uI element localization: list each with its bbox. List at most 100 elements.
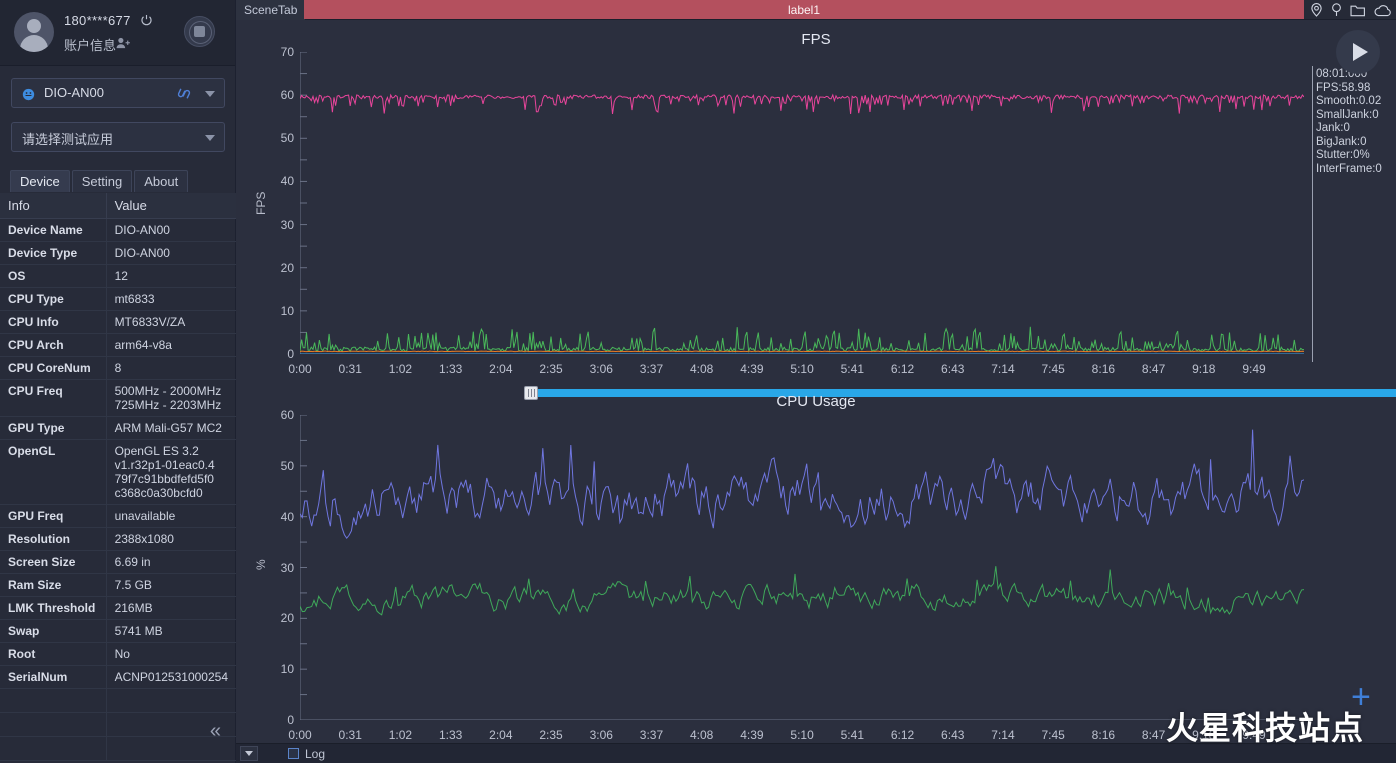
y-tick-label: 60	[280, 408, 294, 422]
x-tick-label: 1:33	[438, 362, 463, 376]
table-row[interactable]: CPU CoreNum 8	[0, 356, 236, 380]
charts-area: FPS 0 10 20 30 40 50 60 70 0:00 0:31 1:02 1:33 2:04…	[236, 20, 1396, 743]
series-stutter	[300, 351, 1304, 352]
info-key: Ram Size	[0, 573, 107, 597]
y-tick-label: 0	[287, 713, 294, 727]
table-row[interactable]: OpenGL OpenGL ES 3.2 v1.r32p1-01eac0.4 79f7…	[0, 439, 236, 505]
y-tick-label: 50	[280, 458, 294, 473]
info-key: SerialNum	[0, 665, 107, 689]
x-tick-label: 3:37	[639, 362, 664, 376]
table-row[interactable]: Screen Size 6.69 in	[0, 550, 236, 574]
info-value: ACNP012531000254	[106, 665, 236, 689]
table-row[interactable]: CPU Freq 500MHz - 2000MHz 725MHz - 2203MHz	[0, 379, 236, 417]
table-row[interactable]: GPU Freq unavailable	[0, 504, 236, 528]
x-tick-label: 8:16	[1091, 728, 1116, 742]
play-button[interactable]	[1336, 30, 1380, 74]
account-info-label[interactable]: 账户信息	[64, 35, 116, 54]
info-value: mt6833	[106, 287, 236, 311]
y-tick-label: 60	[280, 88, 294, 103]
cloud-icon[interactable]	[1374, 4, 1392, 17]
table-row[interactable]: CPU Info MT6833V/ZA	[0, 310, 236, 334]
series-appcpu	[300, 566, 1304, 615]
fps-y-axis-label: FPS	[254, 191, 268, 215]
x-tick-label: 0:00	[288, 728, 312, 742]
sidebar: 180****677 账户信息 DIO-AN00 请选择测试应用 Device …	[0, 0, 236, 763]
scene-label-text: label1	[787, 2, 821, 17]
chevron-down-icon[interactable]	[205, 91, 215, 97]
fps-tooltip: 08:01:000 FPS:58.98 Smooth:0.02 SmallJan…	[1316, 68, 1382, 175]
info-value: MT6833V/ZA	[106, 310, 236, 334]
app-select[interactable]: 请选择测试应用	[11, 122, 225, 152]
device-select[interactable]: DIO-AN00	[11, 78, 225, 108]
tab-setting[interactable]: Setting	[71, 170, 133, 192]
collapse-sidebar-button[interactable]: «	[210, 721, 221, 741]
x-tick-label: 2:35	[539, 362, 563, 376]
usb-link-icon[interactable]	[174, 84, 194, 106]
info-key: LMK Threshold	[0, 596, 107, 620]
info-value: 12	[106, 264, 236, 288]
column-header-info: Info	[0, 193, 107, 219]
info-key: CPU Type	[0, 287, 107, 311]
table-row[interactable]: Device Name DIO-AN00	[0, 218, 236, 242]
fps-plot-canvas[interactable]	[300, 52, 1304, 354]
table-row[interactable]: Device Type DIO-AN00	[0, 241, 236, 265]
x-tick-label: 9:18	[1192, 362, 1216, 376]
table-row[interactable]: GPU Type ARM Mali-G57 MC2	[0, 416, 236, 440]
table-row[interactable]: SerialNum ACNP012531000254	[0, 665, 236, 689]
info-key: Swap	[0, 619, 107, 643]
x-tick-label: 7:45	[1041, 728, 1065, 742]
account-panel: 180****677 账户信息	[0, 0, 235, 66]
info-value: OpenGL ES 3.2 v1.r32p1-01eac0.4 79f7c91bbd…	[106, 439, 236, 505]
location-pin-icon[interactable]	[1310, 3, 1323, 17]
x-tick-label: 6:43	[941, 728, 965, 742]
info-key: Resolution	[0, 527, 107, 551]
info-value: 7.5 GB	[106, 573, 236, 597]
info-value: 6.69 in	[106, 550, 236, 574]
log-panel-toggle-button[interactable]	[240, 746, 258, 761]
x-tick-label: 5:41	[840, 728, 864, 742]
stop-recording-button[interactable]	[184, 16, 215, 47]
tab-about[interactable]: About	[134, 170, 189, 192]
scene-tab[interactable]: SceneTab	[236, 0, 307, 20]
y-tick-label: 20	[280, 611, 294, 626]
x-tick-label: 9:49	[1242, 728, 1266, 742]
table-row[interactable]: Ram Size 7.5 GB	[0, 573, 236, 597]
table-row[interactable]: OS 12	[0, 264, 236, 288]
table-row[interactable]: LMK Threshold 216MB	[0, 596, 236, 620]
x-tick-label: 3:06	[589, 362, 613, 376]
x-tick-label: 9:18	[1192, 728, 1216, 742]
cpu-plot-canvas[interactable]	[300, 415, 1304, 720]
info-key: GPU Type	[0, 416, 107, 440]
table-row-empty	[0, 688, 236, 713]
cpu-chart-title: CPU Usage	[776, 393, 856, 410]
chevron-down-icon[interactable]	[205, 135, 215, 141]
user-add-icon[interactable]	[116, 37, 130, 52]
balloon-pin-icon[interactable]	[1331, 3, 1342, 17]
x-tick-label: 7:45	[1041, 362, 1065, 376]
folder-icon[interactable]	[1350, 4, 1366, 17]
scene-toolbar-icons	[1310, 0, 1392, 20]
account-phone: 180****677	[64, 13, 131, 28]
y-tick-label: 40	[280, 509, 294, 524]
table-row[interactable]: CPU Arch arm64-v8a	[0, 333, 236, 357]
log-checkbox[interactable]	[288, 748, 299, 759]
info-key: Root	[0, 642, 107, 666]
info-value: ARM Mali-G57 MC2	[106, 416, 236, 440]
tab-device[interactable]: Device	[10, 170, 70, 192]
x-tick-label: 0:31	[338, 728, 362, 742]
table-row[interactable]: Swap 5741 MB	[0, 619, 236, 643]
power-icon[interactable]	[140, 14, 153, 27]
table-row[interactable]: Resolution 2388x1080	[0, 527, 236, 551]
x-tick-label: 5:41	[840, 362, 864, 376]
x-tick-label: 0:00	[288, 362, 312, 376]
series-smooth	[300, 327, 1304, 352]
table-row-empty	[0, 712, 236, 737]
info-key: OpenGL	[0, 439, 107, 505]
x-tick-label: 1:02	[388, 728, 413, 742]
x-tick-label: 9:49	[1242, 362, 1266, 376]
table-row[interactable]: Root No	[0, 642, 236, 666]
scene-label-marker[interactable]: label1	[304, 0, 1304, 19]
fps-cursor-line[interactable]	[1312, 66, 1313, 362]
table-row[interactable]: CPU Type mt6833	[0, 287, 236, 311]
info-key: OS	[0, 264, 107, 288]
